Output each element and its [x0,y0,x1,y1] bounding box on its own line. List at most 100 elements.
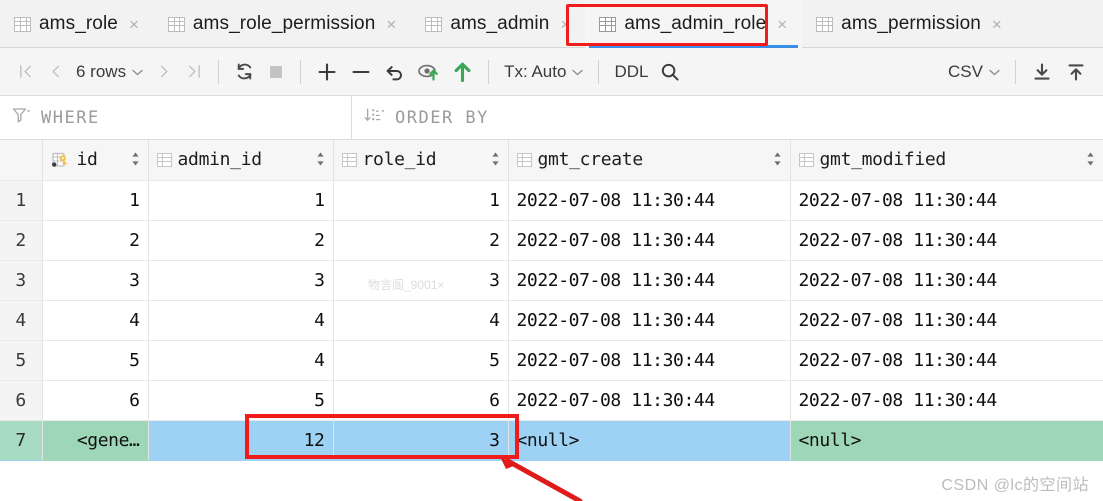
sort-toggle-icon[interactable] [316,151,325,169]
pointer-arrow-annotation [500,456,583,501]
next-page-button[interactable] [149,55,179,89]
cell-id[interactable]: <gene… [42,420,149,461]
stop-button[interactable] [261,55,291,89]
cell-gmt_create[interactable]: 2022-07-08 11:30:44 [508,220,791,261]
order-by-input[interactable]: ORDER BY [352,96,1103,139]
close-icon[interactable]: × [383,14,399,35]
first-page-button[interactable] [10,55,40,89]
cell-gmt_modified[interactable]: 2022-07-08 11:30:44 [790,380,1103,421]
cell-gmt_create[interactable]: 2022-07-08 11:30:44 [508,260,791,301]
where-input[interactable]: WHERE [0,96,352,139]
cell-id[interactable]: 3 [42,260,149,301]
column-name: role_id [362,149,437,171]
table-row[interactable]: 3 3 3 3 2022-07-08 11:30:44 2022-07-08 11:30:… [0,260,1103,301]
cell-admin_id[interactable]: 12 [148,420,334,461]
cell-admin_id[interactable]: 5 [148,380,334,421]
close-icon[interactable]: × [126,14,142,35]
table-row[interactable]: 6 6 5 6 2022-07-08 11:30:44 2022-07-08 11:30:… [0,380,1103,421]
column-name: gmt_modified [819,149,947,171]
column-header-role_id[interactable]: role_id [333,140,509,181]
cell-role_id[interactable]: 4 [333,300,509,341]
cell-role_id[interactable]: 1 [333,180,509,221]
cell-admin_id[interactable]: 4 [148,300,334,341]
cell-role_id[interactable]: 5 [333,340,509,381]
cell-id[interactable]: 5 [42,340,149,381]
tab-ams_admin[interactable]: ams_admin × [411,0,585,48]
ddl-button[interactable]: DDL [608,55,654,89]
close-icon[interactable]: × [557,14,573,35]
tab-label: ams_admin_role [624,13,767,34]
chevron-down-icon [572,64,584,79]
close-icon[interactable]: × [989,14,1005,35]
row-number-cell[interactable]: 2 [0,220,43,261]
transaction-mode-dropdown[interactable]: Tx: Auto [498,55,589,89]
toolbar-divider [598,59,600,84]
column-icon [516,152,532,167]
upload-button[interactable] [1059,55,1093,89]
cell-gmt_modified[interactable]: 2022-07-08 11:30:44 [790,340,1103,381]
row-count-dropdown[interactable]: 6 rows [70,55,149,89]
cell-gmt_modified[interactable]: 2022-07-08 11:30:44 [790,260,1103,301]
column-header-gmt_modified[interactable]: gmt_modified [790,140,1103,181]
table-icon [816,16,834,32]
table-header: id admin_id role_id gmt_create gmt_modif… [0,140,1103,181]
cell-admin_id[interactable]: 3 [148,260,334,301]
last-page-button[interactable] [179,55,209,89]
cell-gmt_modified[interactable]: 2022-07-08 11:30:44 [790,220,1103,261]
row-number-cell[interactable]: 4 [0,300,43,341]
revert-changes-button[interactable] [378,55,411,89]
sort-toggle-icon[interactable] [773,151,782,169]
cell-admin_id[interactable]: 4 [148,340,334,381]
table-row[interactable]: 5 5 4 5 2022-07-08 11:30:44 2022-07-08 11:30:… [0,340,1103,381]
table-row[interactable]: 1 1 1 1 2022-07-08 11:30:44 2022-07-08 11:30:… [0,180,1103,221]
result-grid: id admin_id role_id gmt_create gmt_modif… [0,140,1103,461]
cell-gmt_modified[interactable]: <null> [790,420,1103,461]
cell-role_id[interactable]: 6 [333,380,509,421]
row-number-cell[interactable]: 7 [0,420,43,461]
sort-toggle-icon[interactable] [491,151,500,169]
cell-gmt_modified[interactable]: 2022-07-08 11:30:44 [790,300,1103,341]
column-name: gmt_create [537,149,644,171]
sort-toggle-icon[interactable] [131,151,140,169]
cell-gmt_create[interactable]: 2022-07-08 11:30:44 [508,300,791,341]
cell-admin_id[interactable]: 2 [148,220,334,261]
cell-id[interactable]: 6 [42,380,149,421]
close-icon[interactable]: × [774,14,790,35]
search-icon[interactable] [654,55,686,89]
preview-commit-icon[interactable] [411,55,446,89]
cell-gmt_create[interactable]: 2022-07-08 11:30:44 [508,180,791,221]
commit-button[interactable] [446,55,479,89]
sort-toggle-icon[interactable] [1086,151,1095,169]
table-row[interactable]: 7 <gene… 12 3 <null> <null> [0,420,1103,461]
download-button[interactable] [1025,55,1059,89]
column-header-gmt_create[interactable]: gmt_create [508,140,791,181]
cell-role_id[interactable]: 3 [333,420,509,461]
add-row-button[interactable] [310,55,344,89]
export-format-dropdown[interactable]: CSV [942,55,1006,89]
delete-row-button[interactable] [344,55,378,89]
table-icon [599,16,617,32]
table-row[interactable]: 2 2 2 2 2022-07-08 11:30:44 2022-07-08 11:30:… [0,220,1103,261]
column-header-admin_id[interactable]: admin_id [148,140,334,181]
cell-id[interactable]: 2 [42,220,149,261]
row-number-cell[interactable]: 6 [0,380,43,421]
row-number-cell[interactable]: 5 [0,340,43,381]
cell-id[interactable]: 4 [42,300,149,341]
tab-ams_role[interactable]: ams_role × [0,0,154,48]
prev-page-button[interactable] [40,55,70,89]
refresh-button[interactable] [228,55,261,89]
cell-gmt_modified[interactable]: 2022-07-08 11:30:44 [790,180,1103,221]
column-header-id[interactable]: id [42,140,149,181]
row-number-cell[interactable]: 3 [0,260,43,301]
cell-gmt_create[interactable]: 2022-07-08 11:30:44 [508,340,791,381]
tab-ams_permission[interactable]: ams_permission × [802,0,1017,48]
tab-ams_role_permission[interactable]: ams_role_permission × [154,0,411,48]
cell-gmt_create[interactable]: 2022-07-08 11:30:44 [508,380,791,421]
cell-id[interactable]: 1 [42,180,149,221]
table-row[interactable]: 4 4 4 4 2022-07-08 11:30:44 2022-07-08 11:30:… [0,300,1103,341]
row-number-cell[interactable]: 1 [0,180,43,221]
tab-ams_admin_role[interactable]: ams_admin_role × [585,0,803,48]
cell-gmt_create[interactable]: <null> [508,420,791,461]
cell-admin_id[interactable]: 1 [148,180,334,221]
cell-role_id[interactable]: 2 [333,220,509,261]
